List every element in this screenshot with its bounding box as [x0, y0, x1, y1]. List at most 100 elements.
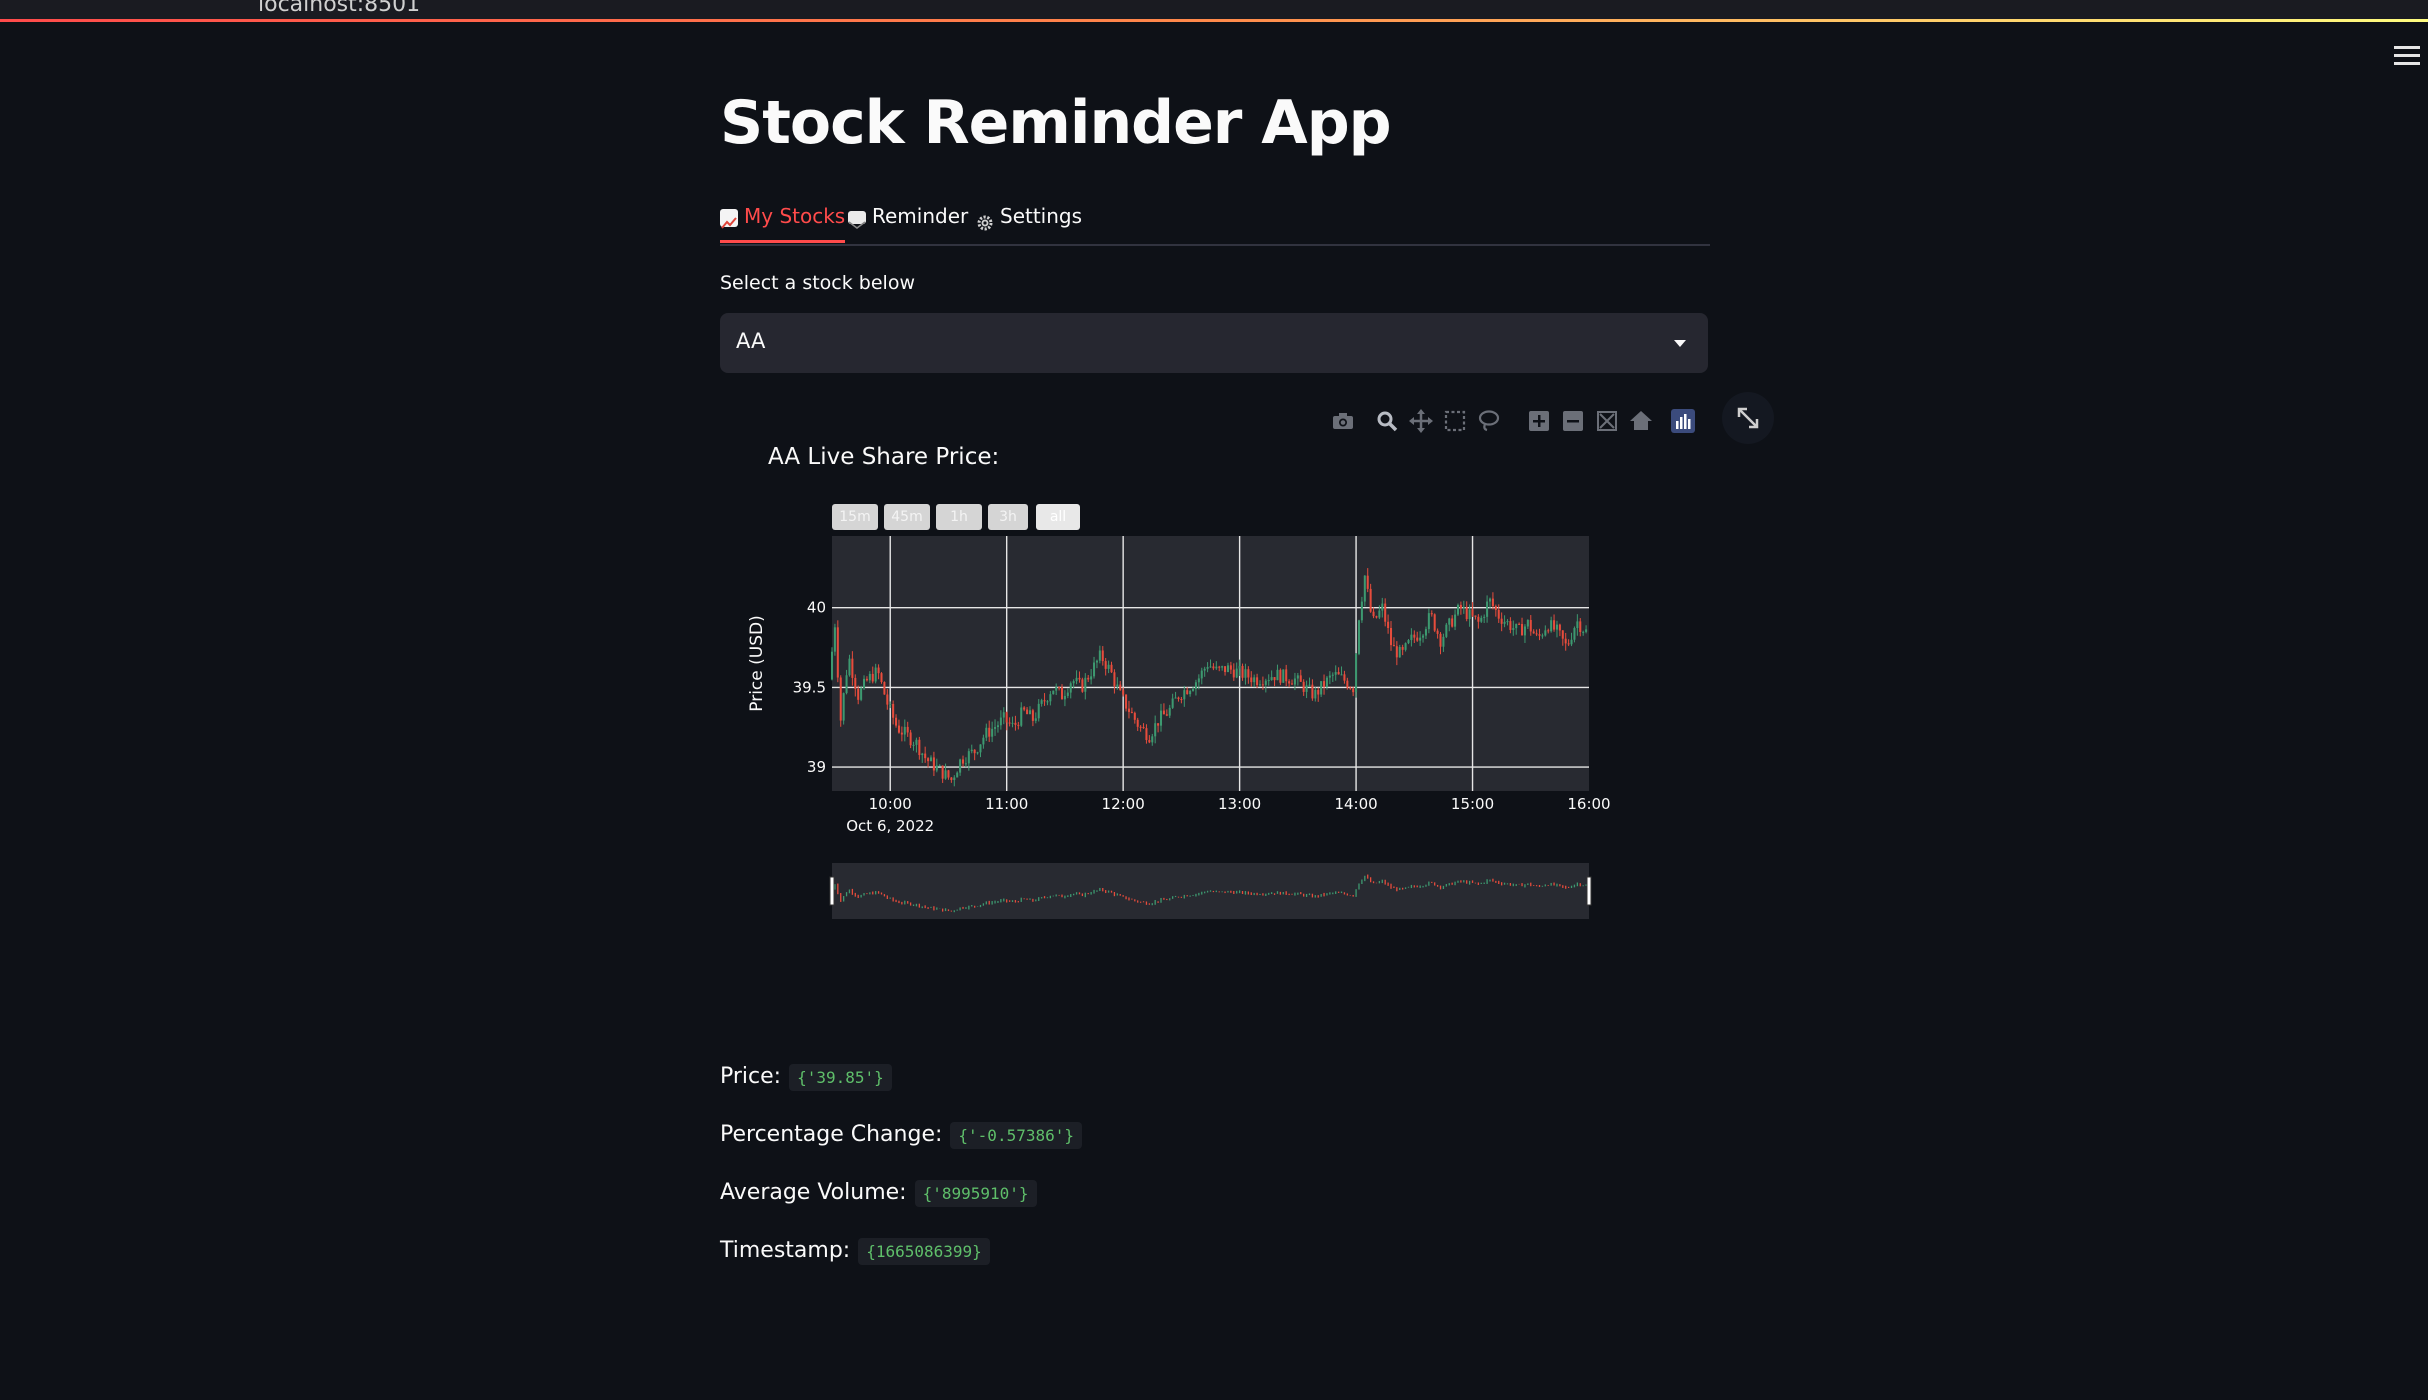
candle-body: [851, 658, 854, 678]
metric-label: Timestamp:: [720, 1238, 851, 1263]
pan-icon[interactable]: [1408, 408, 1434, 434]
candle-body: [1541, 635, 1544, 637]
plotly-logo-icon[interactable]: [1670, 408, 1696, 434]
candle-body: [1256, 677, 1259, 686]
browser-url[interactable]: localhost:8501: [258, 0, 420, 17]
candle-body: [1197, 678, 1200, 683]
metric-value: {1665086399}: [858, 1237, 990, 1265]
candle-body: [1209, 666, 1212, 668]
candle-body: [1491, 598, 1494, 607]
candle-body: [909, 732, 912, 746]
candle-body: [941, 765, 944, 779]
candle-body: [1389, 628, 1393, 646]
candle-body: [1261, 684, 1264, 686]
candle-body: [1026, 709, 1029, 715]
range-button-all[interactable]: all: [1036, 504, 1080, 530]
candle-body: [871, 673, 874, 682]
candle-body: [1564, 638, 1567, 644]
candle-body: [1110, 664, 1113, 673]
candle-body: [1424, 629, 1427, 636]
candle-body: [1355, 653, 1358, 693]
candle-body: [1136, 719, 1139, 727]
candle-body: [1512, 628, 1515, 630]
box-select-icon[interactable]: [1442, 408, 1468, 434]
candle-body: [1270, 677, 1273, 681]
candle-body: [1154, 723, 1157, 737]
candle-body: [1372, 611, 1375, 617]
candle-body: [985, 727, 988, 738]
candle-body: [1448, 618, 1451, 625]
candle-body: [1538, 634, 1541, 636]
select-label: Select a stock below: [720, 272, 915, 294]
candle-body: [1267, 680, 1270, 682]
candle-body: [1288, 681, 1291, 684]
candlestick-chart[interactable]: 39 39.5 40 10:00 11:00 12:00 13:00 14:00 15:00 16…: [740, 532, 1620, 922]
y-tick-label: 40: [807, 599, 826, 617]
candle-body: [1506, 621, 1509, 623]
candle-body: [1518, 623, 1521, 625]
x-tick-label: 16:00: [1567, 795, 1610, 813]
candle-body: [1346, 680, 1349, 688]
candle-body: [1483, 616, 1486, 618]
candle-body: [1183, 690, 1186, 700]
lasso-select-icon[interactable]: [1476, 408, 1502, 434]
candle-body: [1229, 665, 1232, 670]
tab-bar: My Stocks Reminder Settings: [720, 196, 1710, 246]
range-button-15m[interactable]: 15m: [832, 504, 878, 530]
candle-body: [842, 693, 845, 721]
candle-body: [1063, 695, 1066, 700]
range-button-3h[interactable]: 3h: [988, 504, 1028, 530]
candle-body: [845, 675, 848, 694]
candle-body: [1357, 620, 1361, 654]
candle-body: [1360, 601, 1363, 621]
candle-body: [1011, 722, 1014, 724]
candle-body: [1317, 689, 1320, 695]
metric-percentage-change: Percentage Change: {'-0.57386'}: [720, 1121, 1082, 1149]
zoom-out-icon[interactable]: [1560, 408, 1586, 434]
candle-body: [877, 667, 880, 674]
candle-body: [1081, 679, 1084, 692]
range-slider-handle-right: [1586, 876, 1592, 906]
candle-body: [1194, 682, 1197, 689]
fullscreen-expand-icon[interactable]: [1722, 392, 1774, 444]
candle-body: [1547, 630, 1550, 632]
candle-body: [996, 725, 999, 728]
range-button-1h[interactable]: 1h: [936, 504, 982, 530]
candle-body: [1497, 609, 1500, 619]
tab-settings[interactable]: Settings: [976, 200, 1082, 240]
stock-select[interactable]: AA: [720, 313, 1708, 373]
camera-icon[interactable]: [1330, 408, 1356, 434]
candle-body: [924, 753, 927, 759]
candle-body: [1293, 678, 1296, 685]
metric-price: Price: {'39.85'}: [720, 1063, 892, 1091]
candle-body: [1046, 701, 1049, 703]
candle-body: [1515, 623, 1518, 629]
candle-body: [1005, 712, 1008, 723]
candle-body: [1439, 633, 1442, 647]
zoom-in-icon[interactable]: [1526, 408, 1552, 434]
candle-body: [1145, 728, 1148, 740]
tab-label: My Stocks: [744, 204, 846, 228]
main-menu-icon[interactable]: [2394, 46, 2420, 68]
chevron-down-icon[interactable]: [1674, 340, 1686, 347]
candle-body: [1378, 610, 1381, 618]
candle-body: [1162, 710, 1165, 715]
y-axis-label: Price (USD): [747, 615, 767, 711]
candle-body: [1020, 707, 1023, 726]
candle-body: [1451, 618, 1454, 627]
candle-body: [1410, 634, 1413, 641]
reset-axes-icon[interactable]: [1628, 408, 1654, 434]
candle-body: [1133, 712, 1136, 720]
candle-body: [1576, 621, 1579, 629]
range-button-45m[interactable]: 45m: [884, 504, 930, 530]
candle-body: [1148, 739, 1151, 743]
candle-body: [1072, 681, 1075, 684]
zoom-icon[interactable]: [1374, 408, 1400, 434]
autoscale-icon[interactable]: [1594, 408, 1620, 434]
tab-my-stocks[interactable]: My Stocks: [720, 200, 846, 243]
candle-body: [1034, 718, 1037, 721]
candle-body: [1323, 681, 1326, 687]
candle-body: [1282, 669, 1285, 683]
tab-reminder[interactable]: Reminder: [848, 200, 968, 240]
candle-body: [906, 726, 909, 733]
